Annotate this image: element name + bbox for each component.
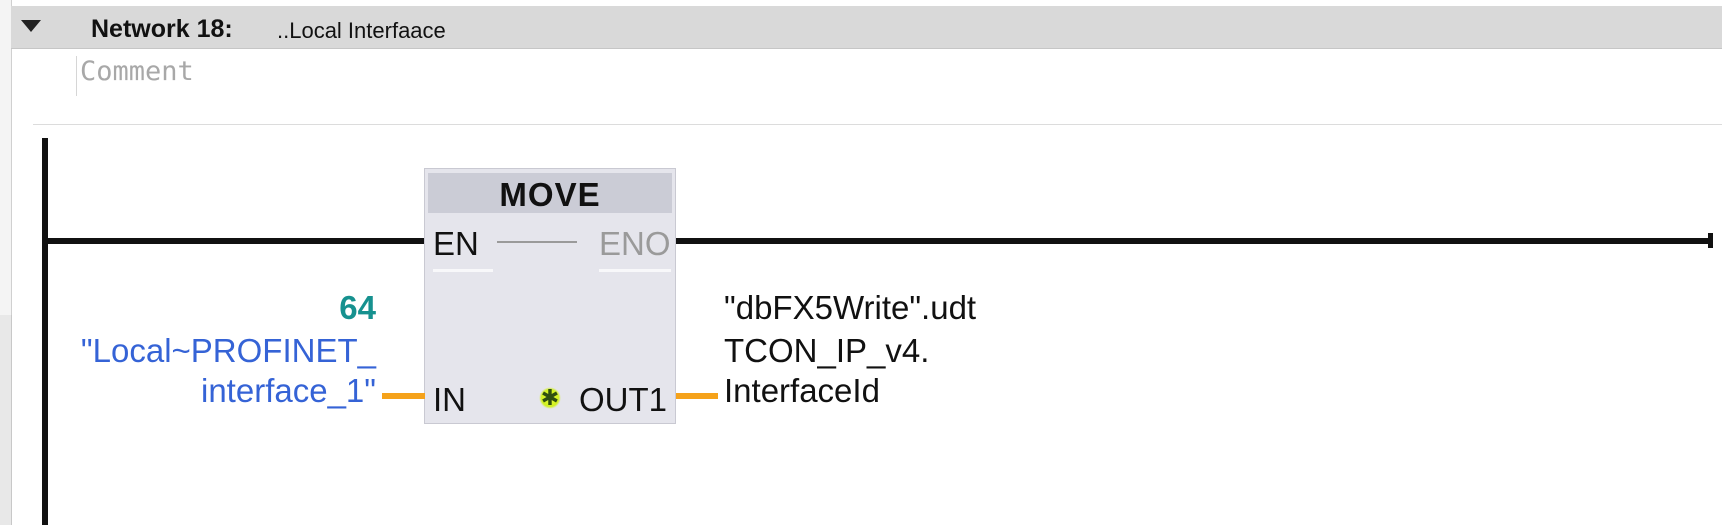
editor-scroll-margin[interactable]: [0, 315, 12, 525]
en-eno-connection: [497, 241, 577, 243]
pin-en[interactable]: EN: [433, 225, 479, 263]
rung-wire-left[interactable]: [45, 238, 425, 244]
input-tag-line2[interactable]: interface_1": [40, 372, 376, 410]
pin-eno[interactable]: ENO: [599, 225, 671, 263]
triangle-down-icon[interactable]: [21, 20, 41, 32]
output-tag-line3[interactable]: InterfaceId: [724, 372, 880, 410]
ladder-editor: Network 18: ..Local Interfaace Comment M…: [0, 0, 1722, 525]
comment-placeholder[interactable]: Comment: [80, 56, 194, 87]
network-comment-field[interactable]: Comment: [76, 56, 1717, 96]
in-wire[interactable]: [382, 393, 425, 399]
out-wire[interactable]: [676, 393, 718, 399]
rung-wire-right[interactable]: [674, 238, 1712, 244]
star-icon[interactable]: ✱: [539, 387, 561, 409]
move-instruction-box[interactable]: MOVE EN ENO IN ✱ OUT1: [424, 168, 676, 424]
input-constant-value: 64: [339, 289, 376, 326]
pin-out1[interactable]: OUT1: [579, 381, 667, 419]
rung-end-marker[interactable]: [1708, 233, 1713, 248]
network-title: Network 18:: [91, 15, 233, 43]
instruction-name: MOVE: [499, 176, 601, 213]
en-pin-marker: [433, 269, 493, 272]
pin-in[interactable]: IN: [433, 381, 466, 419]
output-tag-line2[interactable]: TCON_IP_v4.: [724, 332, 929, 370]
network-description[interactable]: ..Local Interfaace: [277, 18, 446, 44]
output-tag-line1[interactable]: "dbFX5Write".udt: [724, 289, 976, 327]
eno-pin-marker: [599, 269, 671, 272]
comment-divider: [33, 124, 1722, 125]
input-tag-line1[interactable]: "Local~PROFINET_: [40, 332, 376, 370]
box-title-bar[interactable]: MOVE: [428, 173, 672, 213]
network-header[interactable]: Network 18: ..Local Interfaace: [11, 6, 1722, 49]
